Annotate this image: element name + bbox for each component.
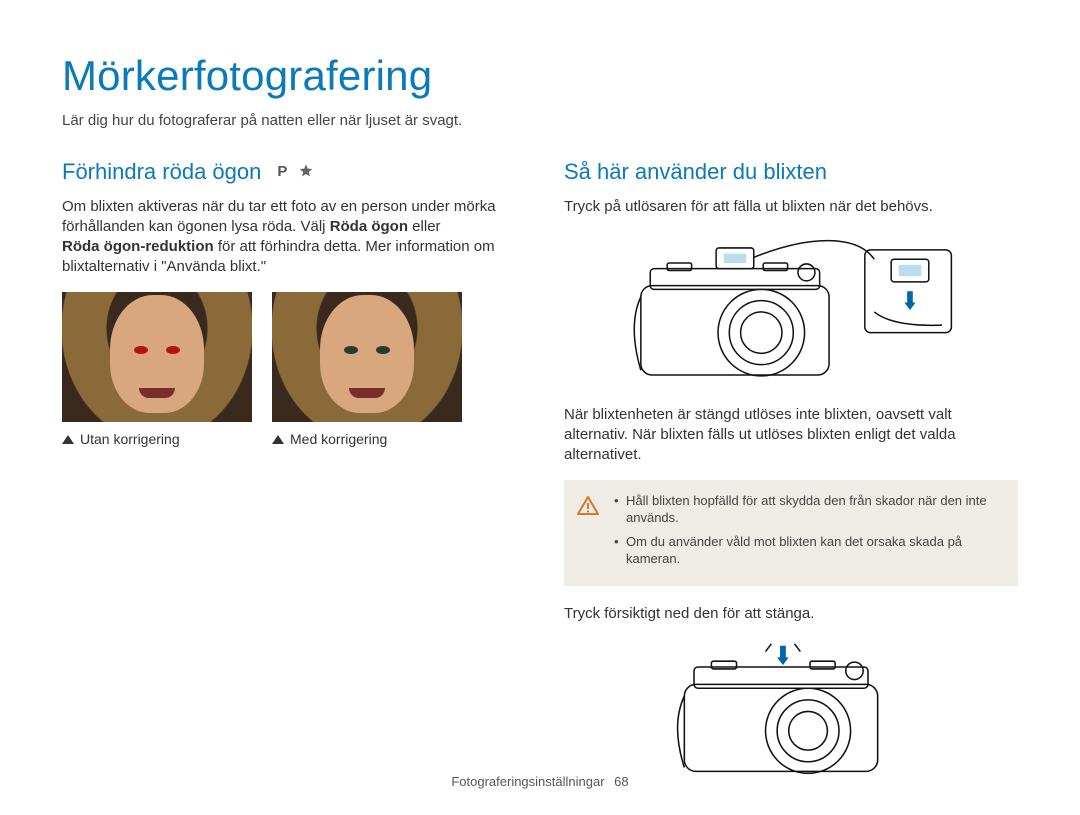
triangle-up-icon [272,435,284,444]
triangle-up-icon [62,435,74,444]
photo-row: Utan korrigering Med korrigering [62,292,516,449]
caption-with-text: Med korrigering [290,430,387,449]
page-footer: Fotograferingsinställningar 68 [0,773,1080,791]
caption-without-text: Utan korrigering [80,430,180,449]
page-subtitle: Lär dig hur du fotograferar på natten el… [62,111,1018,131]
footer-section: Fotograferingsinställningar [451,774,604,789]
camera-illustration-open [564,231,1018,391]
mode-p-icon: P [273,163,291,181]
photo-without-block: Utan korrigering [62,292,252,449]
right-column: Så här använder du blixten Tryck på utlö… [564,157,1018,797]
redeye-body-b: eller [408,218,441,235]
redeye-bold1: Röda ögon [330,218,408,235]
section-heading-flash: Så här använder du blixten [564,157,1018,187]
left-column: Förhindra röda ögon P Om blixten aktiver… [62,157,516,797]
redeye-body: Om blixten aktiveras när du tar ett foto… [62,197,516,278]
warning-item-1: Håll blixten hopfälld för att skydda den… [614,492,1004,527]
warning-box: Håll blixten hopfälld för att skydda den… [564,480,1018,586]
caption-with: Med korrigering [272,430,462,449]
flash-p1: Tryck på utlösaren för att fälla ut blix… [564,197,1018,217]
photo-without-correction [62,292,252,422]
section-heading-redeye: Förhindra röda ögon P [62,157,516,187]
warning-item-2: Om du använder våld mot blixten kan det … [614,533,1004,568]
flash-p3: Tryck försiktigt ned den för att stänga. [564,604,1018,624]
flash-p2: När blixtenheten är stängd utlöses inte … [564,405,1018,466]
footer-page-number: 68 [614,774,628,789]
mode-star-icon [297,163,315,181]
photo-with-block: Med korrigering [272,292,462,449]
caption-without: Utan korrigering [62,430,252,449]
mode-icons: P [273,163,315,181]
section-heading-flash-text: Så här använder du blixten [564,157,827,187]
page-title: Mörkerfotografering [62,48,1018,105]
section-heading-redeye-text: Förhindra röda ögon [62,157,261,187]
camera-illustration-close [564,638,1018,783]
photo-with-correction [272,292,462,422]
warning-icon [576,494,600,518]
redeye-bold2: Röda ögon-reduktion [62,238,214,255]
